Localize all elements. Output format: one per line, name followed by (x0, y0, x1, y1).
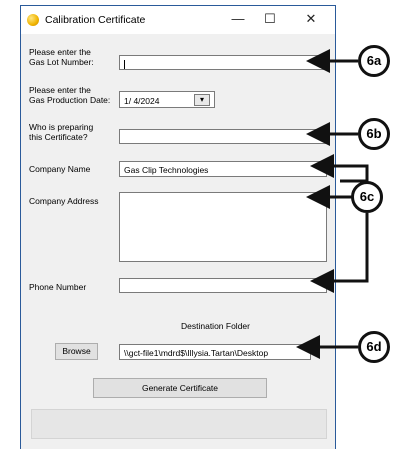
callout-6a: 6a (358, 45, 390, 77)
arrow-6c-phone (310, 213, 369, 293)
callout-6b: 6b (358, 118, 390, 150)
callout-6d: 6d (358, 331, 390, 363)
arrow-6c-name (310, 154, 369, 183)
callout-arrows (296, 49, 369, 359)
callout-6c: 6c (351, 181, 383, 213)
